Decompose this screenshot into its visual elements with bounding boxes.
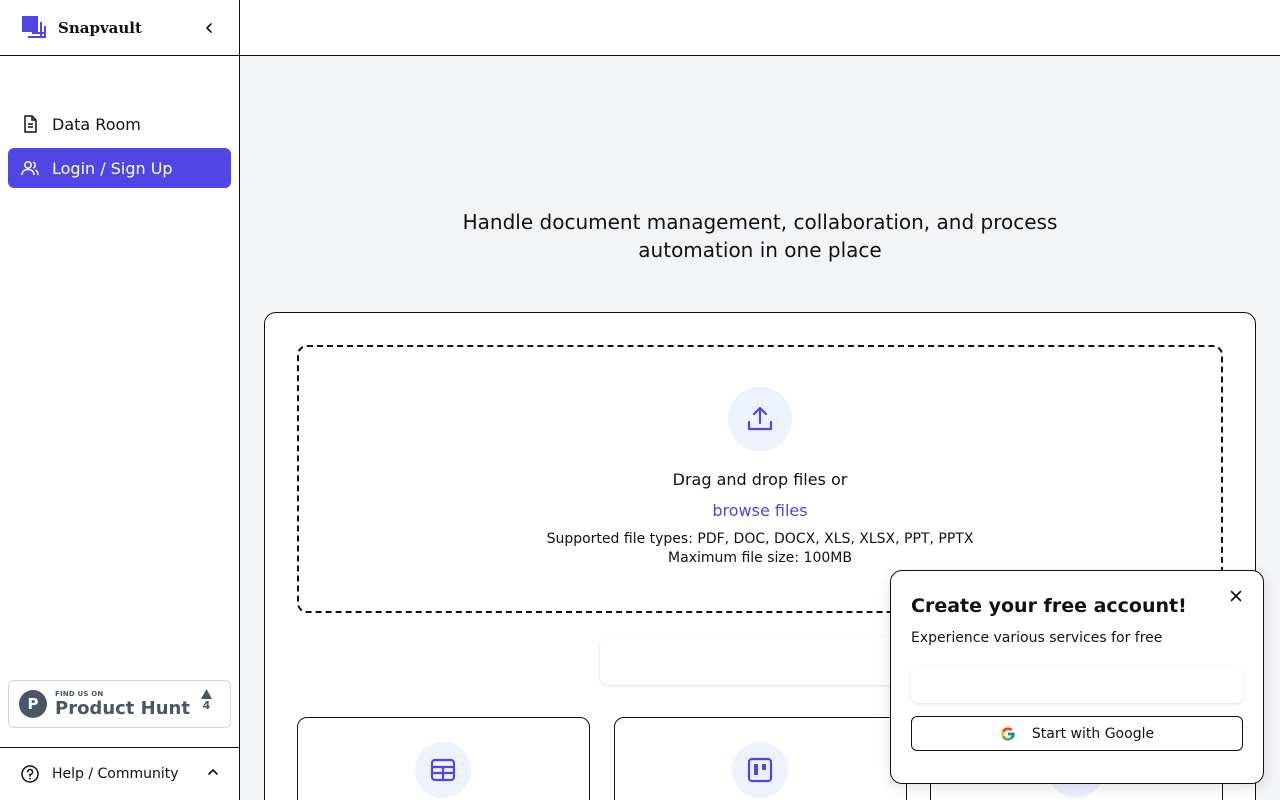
signup-popup: Create your free account! Experience var… <box>890 570 1264 784</box>
help-circle-icon <box>21 765 39 783</box>
sidebar-nav: Data Room Login / Sign Up <box>8 104 231 192</box>
product-hunt-small-text: FIND US ON <box>55 689 104 698</box>
vote-count: 4 <box>202 699 211 712</box>
help-label: Help / Community <box>52 766 179 782</box>
close-icon <box>1230 590 1242 602</box>
tool-card-table[interactable] <box>297 717 590 800</box>
document-icon <box>20 114 40 134</box>
help-community-menu[interactable]: Help / Community <box>0 747 239 800</box>
sidebar-item-login-signup[interactable]: Login / Sign Up <box>8 148 231 188</box>
signup-input[interactable] <box>911 665 1243 703</box>
google-button-label: Start with Google <box>1031 725 1155 742</box>
popup-title: Create your free account! <box>911 595 1187 617</box>
google-logo-icon <box>1000 726 1016 742</box>
upload-icon <box>747 406 773 431</box>
start-with-google-button[interactable]: Start with Google <box>911 716 1243 751</box>
upload-icon-circle <box>728 387 792 451</box>
sidebar-item-label: Data Room <box>52 114 141 134</box>
browse-files-link[interactable]: browse files <box>712 501 807 520</box>
collapse-sidebar-button[interactable] <box>199 18 219 38</box>
brand-header: Snapvault <box>0 0 239 56</box>
close-popup-button[interactable] <box>1227 587 1245 605</box>
supported-file-types: Supported file types: PDF, DOC, DOCX, XL… <box>546 531 974 547</box>
users-icon <box>20 158 40 178</box>
kanban-board-icon <box>732 742 788 798</box>
popup-subtitle: Experience various services for free <box>911 630 1163 646</box>
sidebar-item-data-room[interactable]: Data Room <box>8 104 231 144</box>
product-hunt-logo-icon: P <box>19 690 47 718</box>
chevron-up-icon <box>208 769 218 775</box>
product-hunt-badge[interactable]: P FIND US ON Product Hunt 4 <box>8 680 231 728</box>
brand-name: Snapvault <box>58 18 142 37</box>
snapvault-logo-icon <box>22 15 46 38</box>
chevron-left-icon <box>206 23 212 33</box>
top-bar <box>240 0 1280 56</box>
product-hunt-votes: 4 <box>201 689 212 713</box>
page-headline: Handle document management, collaboratio… <box>462 210 1058 262</box>
table-icon <box>415 742 471 798</box>
dropzone-title: Drag and drop files or <box>672 470 848 489</box>
sidebar-item-label: Login / Sign Up <box>52 158 173 178</box>
upvote-triangle-icon <box>201 689 212 699</box>
sidebar: Snapvault Data Room Login / Sign Up P FI… <box>0 0 240 800</box>
max-file-size: Maximum file size: 100MB <box>668 550 852 566</box>
action-bar-placeholder <box>600 637 922 685</box>
tool-card-board[interactable] <box>614 717 907 800</box>
product-hunt-big-text: Product Hunt <box>55 697 190 719</box>
